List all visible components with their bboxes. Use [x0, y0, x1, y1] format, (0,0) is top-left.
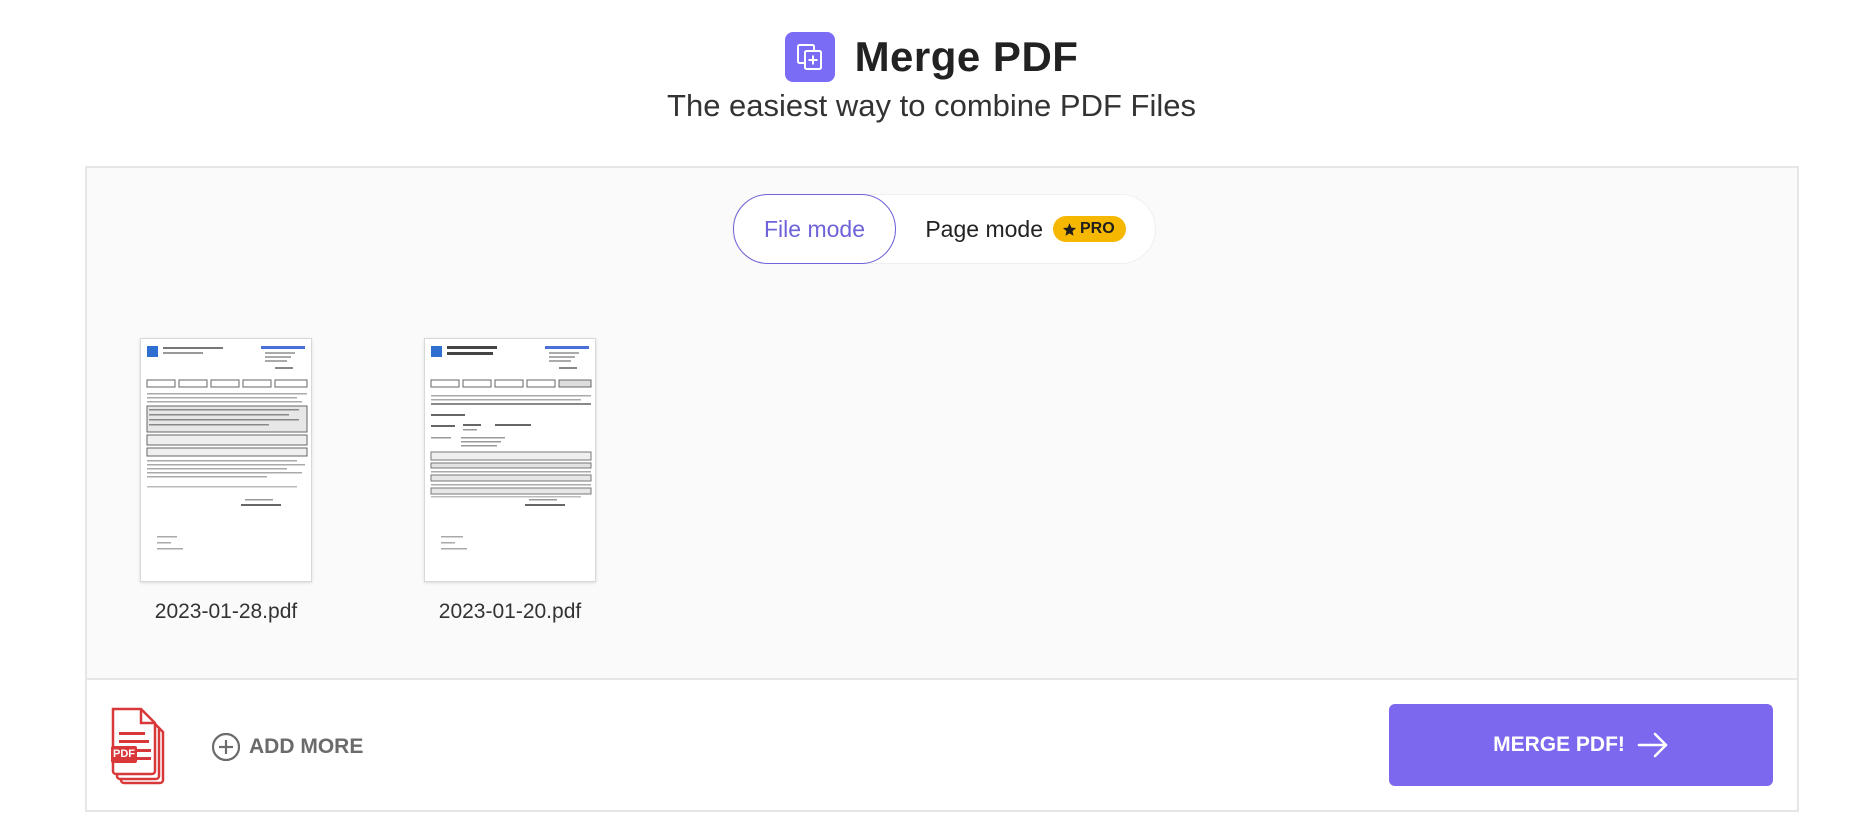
- file-thumbnail: [424, 338, 596, 582]
- file-name: 2023-01-28.pdf: [154, 600, 298, 623]
- page-header: Merge PDF The easiest way to combine PDF…: [0, 0, 1863, 160]
- file-mode-button[interactable]: File mode: [733, 194, 896, 264]
- file-card[interactable]: 2023-01-28.pdf: [131, 338, 321, 624]
- file-card[interactable]: 2023-01-20.pdf: [415, 338, 605, 624]
- pro-badge-label: PRO: [1079, 220, 1115, 237]
- arrow-right-icon: [1637, 732, 1668, 758]
- page-mode-label: Page mode: [925, 215, 1043, 242]
- file-mode-label: File mode: [764, 215, 865, 242]
- file-list-panel: File mode Page mode PRO 2023-01-28.pdf 2…: [85, 166, 1799, 678]
- page-title: Merge PDF: [854, 33, 1079, 80]
- pro-badge: PRO: [1052, 216, 1126, 242]
- action-bar: PDF ADD MORE MERGE PDF!: [85, 678, 1799, 812]
- star-icon: [1062, 222, 1077, 236]
- pdf-icon-text: PDF: [113, 748, 135, 760]
- file-thumbnail: [140, 338, 312, 582]
- merge-files-icon: [784, 32, 835, 82]
- add-more-label: ADD MORE: [249, 735, 364, 758]
- title-row: Merge PDF: [0, 32, 1863, 82]
- merge-pdf-button[interactable]: MERGE PDF!: [1389, 704, 1773, 786]
- merge-pdf-label: MERGE PDF!: [1493, 733, 1625, 756]
- pdf-stack-icon: PDF: [111, 706, 171, 786]
- file-name: 2023-01-20.pdf: [438, 600, 582, 623]
- add-more-button[interactable]: ADD MORE: [211, 730, 363, 764]
- plus-circle-icon: [211, 732, 241, 762]
- page-subtitle: The easiest way to combine PDF Files: [667, 88, 1196, 123]
- mode-toggle: File mode Page mode PRO: [732, 194, 1156, 264]
- page-mode-button[interactable]: Page mode PRO: [896, 194, 1155, 264]
